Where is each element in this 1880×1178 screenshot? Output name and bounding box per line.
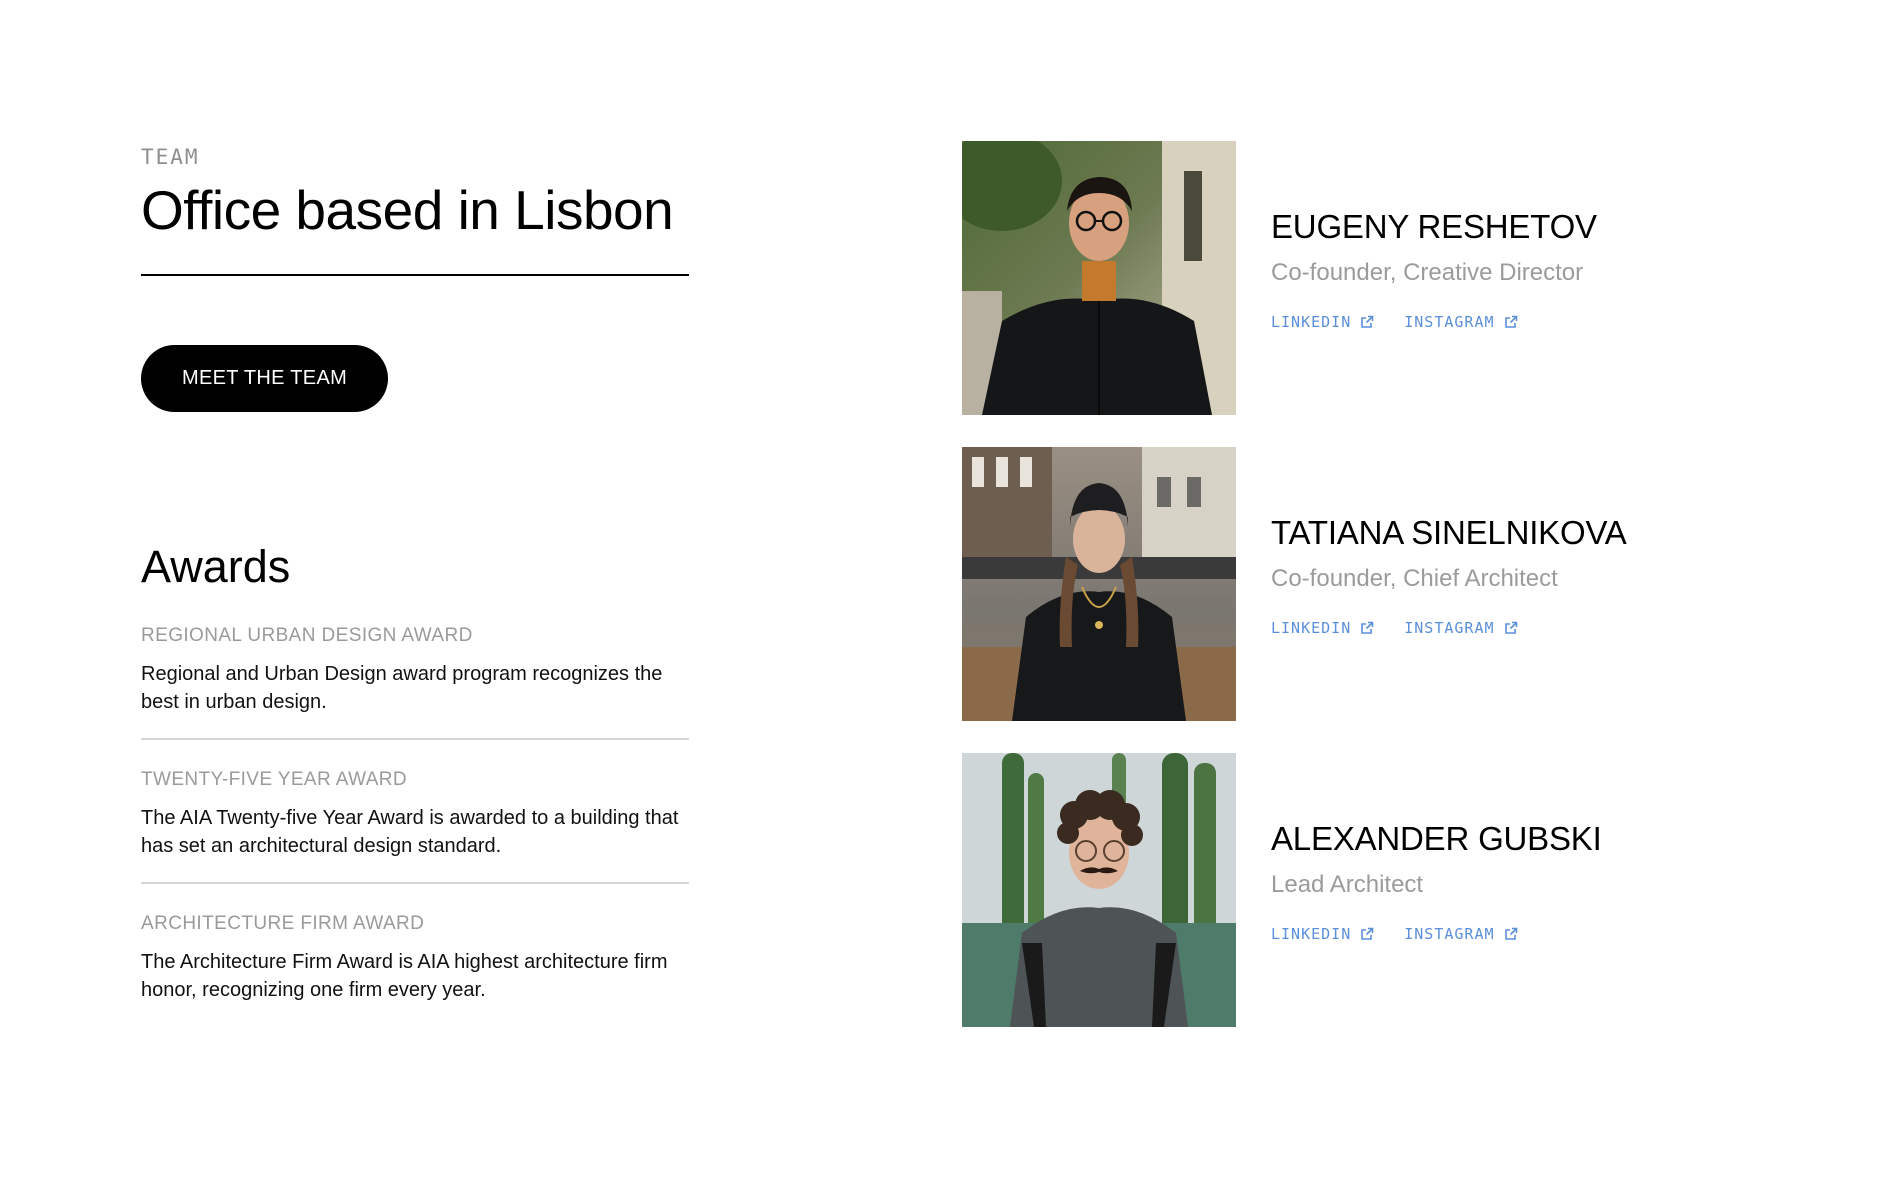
page: TEAM Office based in Lisbon MEET THE TEA…	[0, 0, 1880, 1178]
linkedin-link[interactable]: LINKEDIN	[1271, 925, 1374, 943]
awards-heading: Awards	[141, 541, 291, 592]
member-role: Co-founder, Creative Director	[1271, 259, 1584, 286]
member-links: LINKEDIN INSTAGRAM	[1271, 313, 1751, 331]
member-role: Co-founder, Chief Architect	[1271, 565, 1558, 592]
member-links: LINKEDIN INSTAGRAM	[1271, 619, 1751, 637]
page-title: Office based in Lisbon	[141, 179, 674, 241]
external-link-icon	[1504, 927, 1518, 941]
link-label: LINKEDIN	[1271, 619, 1352, 637]
title-divider	[141, 274, 689, 276]
linkedin-link[interactable]: LINKEDIN	[1271, 619, 1374, 637]
external-link-icon	[1504, 621, 1518, 635]
instagram-link[interactable]: INSTAGRAM	[1404, 925, 1517, 943]
member-photo	[962, 141, 1236, 415]
external-link-icon	[1504, 315, 1518, 329]
member-photo	[962, 753, 1236, 1027]
link-label: INSTAGRAM	[1404, 619, 1495, 637]
award-name: ARCHITECTURE FIRM AWARD	[141, 913, 425, 934]
linkedin-link[interactable]: LINKEDIN	[1271, 313, 1374, 331]
member-name: ALEXANDER GUBSKI	[1271, 820, 1602, 857]
team-member-card: TATIANA SINELNIKOVA Co-founder, Chief Ar…	[962, 447, 1762, 721]
team-member-card: ALEXANDER GUBSKI Lead Architect LINKEDIN…	[962, 753, 1762, 1027]
team-member-card: EUGENY RESHETOV Co-founder, Creative Dir…	[962, 141, 1762, 415]
instagram-link[interactable]: INSTAGRAM	[1404, 313, 1517, 331]
member-info: TATIANA SINELNIKOVA Co-founder, Chief Ar…	[1271, 513, 1751, 637]
member-info: EUGENY RESHETOV Co-founder, Creative Dir…	[1271, 207, 1751, 331]
member-info: ALEXANDER GUBSKI Lead Architect LINKEDIN…	[1271, 819, 1751, 943]
external-link-icon	[1360, 927, 1374, 941]
member-role: Lead Architect	[1271, 871, 1424, 898]
award-name: REGIONAL URBAN DESIGN AWARD	[141, 625, 473, 646]
member-name: EUGENY RESHETOV	[1271, 208, 1597, 245]
award-item: TWENTY-FIVE YEAR AWARD The AIA Twenty-fi…	[141, 740, 689, 884]
award-description: Regional and Urban Design award program …	[141, 663, 663, 713]
section-eyebrow: TEAM	[141, 145, 200, 169]
award-description: The AIA Twenty-five Year Award is awarde…	[141, 807, 679, 857]
meet-the-team-button[interactable]: MEET THE TEAM	[141, 345, 389, 412]
award-item: REGIONAL URBAN DESIGN AWARD Regional and…	[141, 624, 689, 740]
member-links: LINKEDIN INSTAGRAM	[1271, 925, 1751, 943]
award-description: The Architecture Firm Award is AIA highe…	[141, 951, 668, 1001]
link-label: LINKEDIN	[1271, 925, 1352, 943]
link-label: INSTAGRAM	[1404, 925, 1495, 943]
external-link-icon	[1360, 315, 1374, 329]
left-column: TEAM Office based in Lisbon MEET THE TEA…	[141, 142, 689, 1004]
award-item: ARCHITECTURE FIRM AWARD The Architecture…	[141, 884, 689, 1004]
member-photo	[962, 447, 1236, 721]
external-link-icon	[1360, 621, 1374, 635]
member-name: TATIANA SINELNIKOVA	[1271, 514, 1627, 551]
link-label: INSTAGRAM	[1404, 313, 1495, 331]
instagram-link[interactable]: INSTAGRAM	[1404, 619, 1517, 637]
team-members-list: EUGENY RESHETOV Co-founder, Creative Dir…	[962, 141, 1762, 1027]
link-label: LINKEDIN	[1271, 313, 1352, 331]
award-name: TWENTY-FIVE YEAR AWARD	[141, 769, 408, 790]
